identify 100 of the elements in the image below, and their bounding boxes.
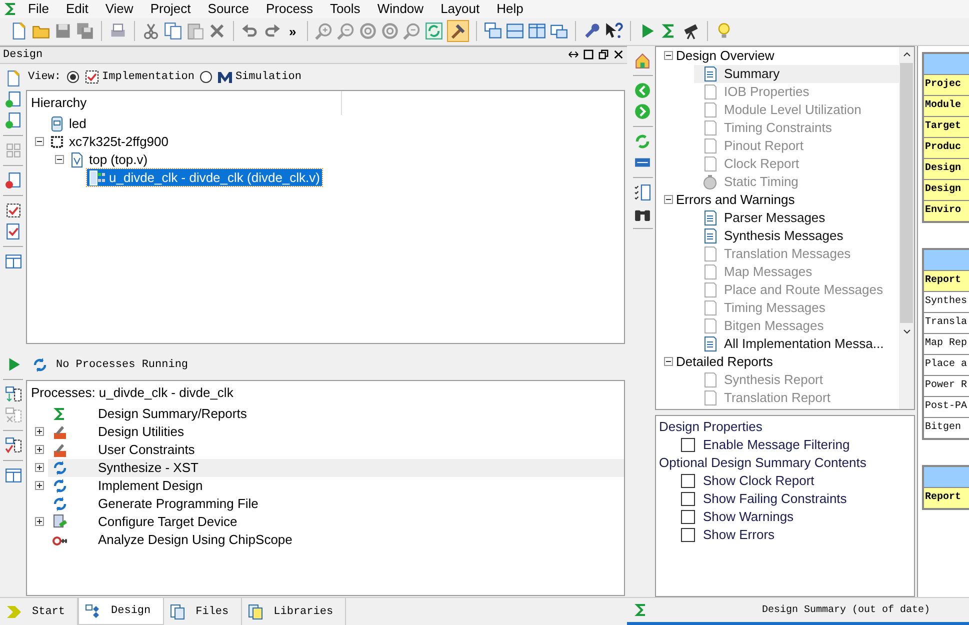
document-icon (702, 228, 718, 244)
tree-item[interactable]: Design Summary/Reports (48, 404, 624, 423)
forward-icon[interactable] (634, 102, 651, 120)
toolbar-overflow-button[interactable]: » (285, 24, 300, 39)
tile-horizontal-icon[interactable] (506, 22, 524, 40)
expand-toggle[interactable] (35, 445, 44, 454)
tab[interactable]: Design Summary (out of date) (762, 604, 930, 616)
checkbox-option[interactable]: Enable Message Filtering (659, 436, 911, 454)
tree-item[interactable]: Detailed Reports (676, 352, 899, 371)
add-source-icon[interactable] (4, 90, 22, 108)
maximize-icon[interactable] (583, 49, 594, 60)
checkbox-option[interactable]: Show Warnings (659, 508, 911, 526)
tile-vertical-icon[interactable] (528, 22, 546, 40)
new-source-icon[interactable] (4, 70, 22, 87)
tree-item[interactable]: Summary (694, 64, 899, 83)
tree-item[interactable]: top (top.v) (67, 151, 150, 168)
save-all-icon[interactable] (76, 22, 94, 40)
menu-item[interactable]: Layout (432, 0, 488, 17)
document-icon (702, 318, 718, 334)
table-cell: Report (924, 270, 969, 292)
refresh-icon[interactable] (425, 22, 444, 40)
tree-item[interactable]: User Constraints (48, 440, 624, 459)
menu-item[interactable]: View (96, 0, 142, 17)
menu-item[interactable]: File (19, 0, 57, 17)
process-check-icon[interactable] (4, 436, 22, 454)
radio-option[interactable]: Simulation (200, 68, 302, 85)
menu-item[interactable]: Window (368, 0, 432, 17)
toolbox-icon (52, 442, 68, 458)
document-icon (702, 120, 718, 136)
panel-icon[interactable] (4, 466, 22, 484)
tree-item[interactable]: Synthesize - XST (48, 458, 624, 477)
tree-item[interactable]: Design Utilities (48, 422, 624, 441)
wrench-icon[interactable] (583, 22, 602, 40)
file-icon (69, 152, 85, 168)
delete-icon[interactable] (208, 22, 226, 40)
doc-check-icon[interactable] (4, 222, 22, 240)
restore-icon[interactable] (598, 49, 609, 60)
circular-arrows-icon (52, 496, 68, 512)
cut-icon[interactable] (142, 22, 160, 40)
files-icon (170, 604, 186, 620)
table-cell: Target (924, 116, 969, 138)
tree-item[interactable]: Errors and Warnings (676, 190, 899, 209)
resize-icon[interactable] (568, 49, 579, 60)
module-icon (89, 170, 105, 186)
expand-toggle[interactable] (664, 51, 673, 60)
process-down-icon[interactable] (4, 386, 22, 403)
remove-source-icon[interactable] (4, 172, 22, 189)
scrollbar[interactable] (899, 46, 914, 409)
table-cell: Produc (924, 138, 969, 159)
menu-item[interactable]: Edit (56, 0, 96, 17)
tree-item[interactable]: Analyze Design Using ChipScope (48, 530, 624, 549)
tree-item[interactable]: Configure Target Device (48, 512, 624, 531)
expand-toggle[interactable] (35, 137, 44, 146)
telescope-icon[interactable] (682, 22, 700, 40)
checkbox-option[interactable]: Show Failing Constraints (659, 490, 911, 508)
hammer-toggle[interactable] (447, 20, 470, 42)
expand-toggle[interactable] (35, 517, 44, 526)
checkbox-option[interactable]: Show Clock Report (659, 472, 911, 490)
expand-toggle[interactable] (664, 195, 673, 204)
expand-toggle[interactable] (35, 463, 44, 472)
menu-item[interactable]: Project (141, 0, 199, 17)
copy-icon[interactable] (164, 22, 182, 40)
panel-icon[interactable] (4, 252, 22, 270)
tree-item[interactable]: xc7k325t-2ffg900 (47, 133, 170, 150)
cascade-windows-icon[interactable] (484, 22, 502, 40)
expand-toggle[interactable] (35, 481, 44, 490)
windows-icon[interactable] (550, 22, 568, 40)
menu-item[interactable]: Process (256, 0, 321, 17)
checklist-icon[interactable] (634, 184, 651, 201)
tree-item[interactable]: led (47, 115, 88, 132)
tree-item[interactable]: Design Overview (676, 46, 899, 65)
add-copy-icon[interactable] (4, 112, 22, 129)
tree-item[interactable]: u_divde_clk - divde_clk (divde_clk.v) (87, 169, 322, 186)
panel-title: Design (3, 48, 43, 61)
tree-item[interactable]: Generate Programming File (48, 494, 624, 513)
expand-toggle[interactable] (35, 427, 44, 436)
tree-item[interactable]: Parser Messages (694, 208, 899, 227)
document-icon (702, 264, 718, 280)
tab[interactable]: Design (78, 598, 164, 625)
menu-item[interactable]: Help (488, 0, 532, 17)
expand-toggle[interactable] (55, 155, 64, 164)
radio-option[interactable]: Implementation (67, 68, 194, 85)
chip-check-icon[interactable] (4, 202, 22, 219)
save-icon[interactable] (54, 22, 72, 40)
back-icon[interactable] (634, 82, 651, 99)
home-icon[interactable] (634, 52, 651, 69)
close-icon[interactable] (613, 49, 624, 60)
expand-toggle[interactable] (664, 357, 673, 366)
tab[interactable]: Files (164, 598, 242, 625)
tab[interactable]: Libraries (242, 598, 346, 625)
document-icon (702, 84, 718, 100)
menu-item[interactable]: Source (198, 0, 257, 17)
tree-item[interactable]: Synthesis Messages (694, 226, 899, 245)
process-status: No Processes Running (56, 358, 188, 371)
help-cursor-icon[interactable] (605, 22, 624, 40)
checkbox-option[interactable]: Show Errors (659, 526, 911, 544)
new-file-icon[interactable] (10, 22, 28, 40)
tree-item[interactable]: All Implementation Messa... (694, 334, 899, 353)
tree-item[interactable]: Implement Design (48, 476, 624, 495)
menu-item[interactable]: Tools (320, 0, 368, 17)
